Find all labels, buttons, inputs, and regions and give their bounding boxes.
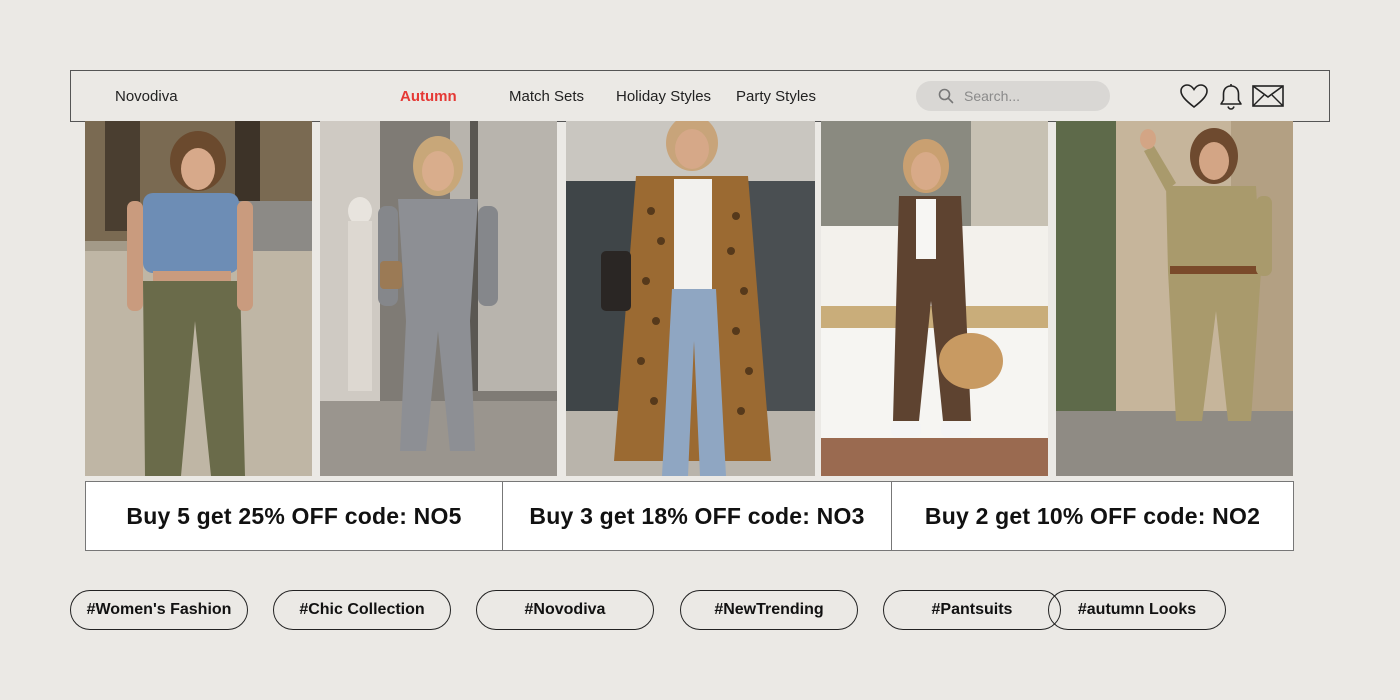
promo-buy2[interactable]: Buy 2 get 10% OFF code: NO2: [891, 481, 1294, 551]
search-input[interactable]: Search...: [964, 88, 1020, 104]
hashtag-pantsuits[interactable]: #Pantsuits: [883, 590, 1061, 630]
heart-icon[interactable]: [1179, 83, 1209, 109]
nav-link-holiday-styles[interactable]: Holiday Styles: [616, 88, 711, 105]
nav-link-match-sets[interactable]: Match Sets: [509, 88, 584, 105]
bell-icon[interactable]: [1219, 83, 1243, 110]
product-photo-2[interactable]: [320, 121, 557, 476]
brand-logo[interactable]: Novodiva: [115, 88, 178, 105]
hashtag-newtrending[interactable]: #NewTrending: [680, 590, 858, 630]
product-photo-1[interactable]: [85, 121, 312, 476]
search-box[interactable]: Search...: [916, 81, 1110, 111]
nav-link-autumn[interactable]: Autumn: [400, 88, 457, 105]
search-icon: [938, 88, 954, 104]
product-photo-4[interactable]: [821, 121, 1048, 476]
promo-buy3[interactable]: Buy 3 get 18% OFF code: NO3: [503, 481, 892, 551]
hashtag-autumn-looks[interactable]: #autumn Looks: [1048, 590, 1226, 630]
hashtag-novodiva[interactable]: #Novodiva: [476, 590, 654, 630]
navbar: Novodiva Autumn Match Sets Holiday Style…: [70, 70, 1330, 122]
hashtag-womens-fashion[interactable]: #Women's Fashion: [70, 590, 248, 630]
mail-icon[interactable]: [1252, 85, 1284, 107]
nav-link-party-styles[interactable]: Party Styles: [736, 88, 816, 105]
hashtag-chic-collection[interactable]: #Chic Collection: [273, 590, 451, 630]
promo-buy5[interactable]: Buy 5 get 25% OFF code: NO5: [85, 481, 503, 551]
product-photo-3[interactable]: [566, 121, 815, 476]
page: Novodiva Autumn Match Sets Holiday Style…: [0, 0, 1400, 700]
product-photo-5[interactable]: [1056, 121, 1293, 476]
